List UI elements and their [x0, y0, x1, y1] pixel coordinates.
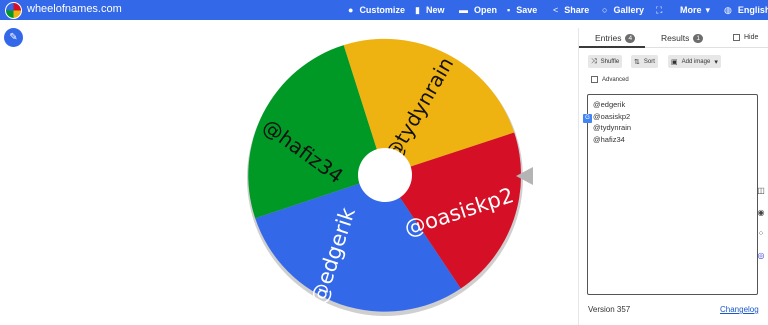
- wheel-center-button[interactable]: [358, 148, 412, 202]
- shuffle-label: Shuffle: [600, 58, 620, 65]
- sort-icon: ⇅: [634, 58, 640, 66]
- results-count-badge: 1: [693, 33, 703, 43]
- sort-button[interactable]: ⇅ Sort: [631, 55, 658, 68]
- checkbox-icon: [733, 34, 740, 41]
- shuffle-button[interactable]: ⤨ Shuffle: [588, 55, 623, 68]
- entries-count-badge: 4: [625, 33, 636, 43]
- reading-mode-icon[interactable]: ◫: [756, 186, 766, 196]
- sort-label: Sort: [643, 58, 655, 65]
- entry-line: @oasiskp2: [593, 111, 631, 121]
- tab-results-label: Results: [661, 33, 690, 43]
- share-button[interactable]: < Share: [553, 0, 589, 20]
- share-icon: <: [553, 5, 559, 15]
- share-label: Share: [564, 5, 590, 15]
- hide-checkbox[interactable]: Hide: [733, 34, 758, 41]
- advanced-checkbox[interactable]: Advanced: [591, 76, 629, 83]
- language-menu[interactable]: ◍ English: [724, 0, 768, 20]
- add-image-button[interactable]: ▣ Add image ▾: [668, 55, 721, 68]
- fullscreen-button[interactable]: ⛶: [656, 0, 668, 20]
- more-menu[interactable]: More ▾: [680, 0, 710, 20]
- shuffle-icon: ⤨: [591, 57, 597, 65]
- customize-button[interactable]: ● Customize: [348, 0, 405, 20]
- advanced-label: Advanced: [602, 76, 629, 83]
- hide-label: Hide: [744, 34, 759, 41]
- tab-results[interactable]: Results 1: [661, 33, 703, 43]
- entries-panel: Entries 4 Results 1 Hide ⤨ Shuffle ⇅ Sor…: [578, 28, 768, 325]
- assistant-icon[interactable]: ◎: [756, 251, 766, 261]
- globe-icon: ◍: [724, 4, 732, 15]
- save-button[interactable]: ▪ Save: [507, 0, 537, 20]
- fullscreen-icon: ⛶: [656, 4, 663, 15]
- palette-icon: ●: [348, 5, 354, 15]
- more-label: More: [680, 5, 702, 15]
- open-label: Open: [474, 5, 498, 15]
- checkbox-icon: [591, 76, 598, 83]
- save-label: Save: [516, 5, 538, 15]
- chevron-down-icon: ▾: [714, 58, 718, 66]
- search-icon: ○: [602, 5, 608, 15]
- add-image-label: Add image: [681, 58, 711, 65]
- tab-entries[interactable]: Entries 4: [595, 33, 636, 43]
- entry-line: @hafiz34: [593, 135, 625, 145]
- brand-name[interactable]: wheelofnames.com: [27, 3, 122, 15]
- translate-icon: G: [583, 114, 592, 123]
- version-text: Version 357: [588, 305, 631, 314]
- new-button[interactable]: ▮ New: [415, 0, 444, 20]
- pencil-icon: ✎: [9, 32, 18, 43]
- floppy-icon: ▪: [507, 5, 511, 15]
- wheel[interactable]: @edgerik @hafiz34 @tydynrain @oasiskp2: [235, 30, 535, 320]
- entries-textarea[interactable]: G @edgerik @oasiskp2 @tydynrain @hafiz34: [583, 94, 758, 295]
- wheel-pointer-arrow: [516, 167, 533, 185]
- file-icon: ▮: [415, 4, 420, 15]
- image-icon: ▣: [671, 58, 678, 66]
- apps-grid-icon[interactable]: ⁘: [756, 229, 766, 239]
- settings-icon[interactable]: ◉: [756, 208, 766, 218]
- active-tab-indicator: [579, 46, 645, 48]
- gallery-button[interactable]: ○ Gallery: [602, 0, 644, 20]
- gallery-label: Gallery: [613, 5, 644, 15]
- language-label: English: [737, 5, 768, 15]
- entry-line: @tydynrain: [593, 123, 632, 133]
- open-button[interactable]: ▬ Open: [459, 0, 497, 20]
- customize-label: Customize: [359, 5, 405, 15]
- changelog-link[interactable]: Changelog: [720, 305, 759, 314]
- top-app-bar: wheelofnames.com ● Customize ▮ New ▬ Ope…: [0, 0, 768, 20]
- tab-entries-label: Entries: [595, 33, 622, 43]
- wheel-logo-icon[interactable]: [5, 2, 22, 19]
- edit-pencil-button[interactable]: ✎: [4, 28, 23, 47]
- entry-line: @edgerik: [593, 100, 626, 109]
- folder-icon: ▬: [459, 5, 468, 15]
- chevron-down-icon: ▾: [705, 4, 711, 15]
- new-label: New: [425, 5, 445, 15]
